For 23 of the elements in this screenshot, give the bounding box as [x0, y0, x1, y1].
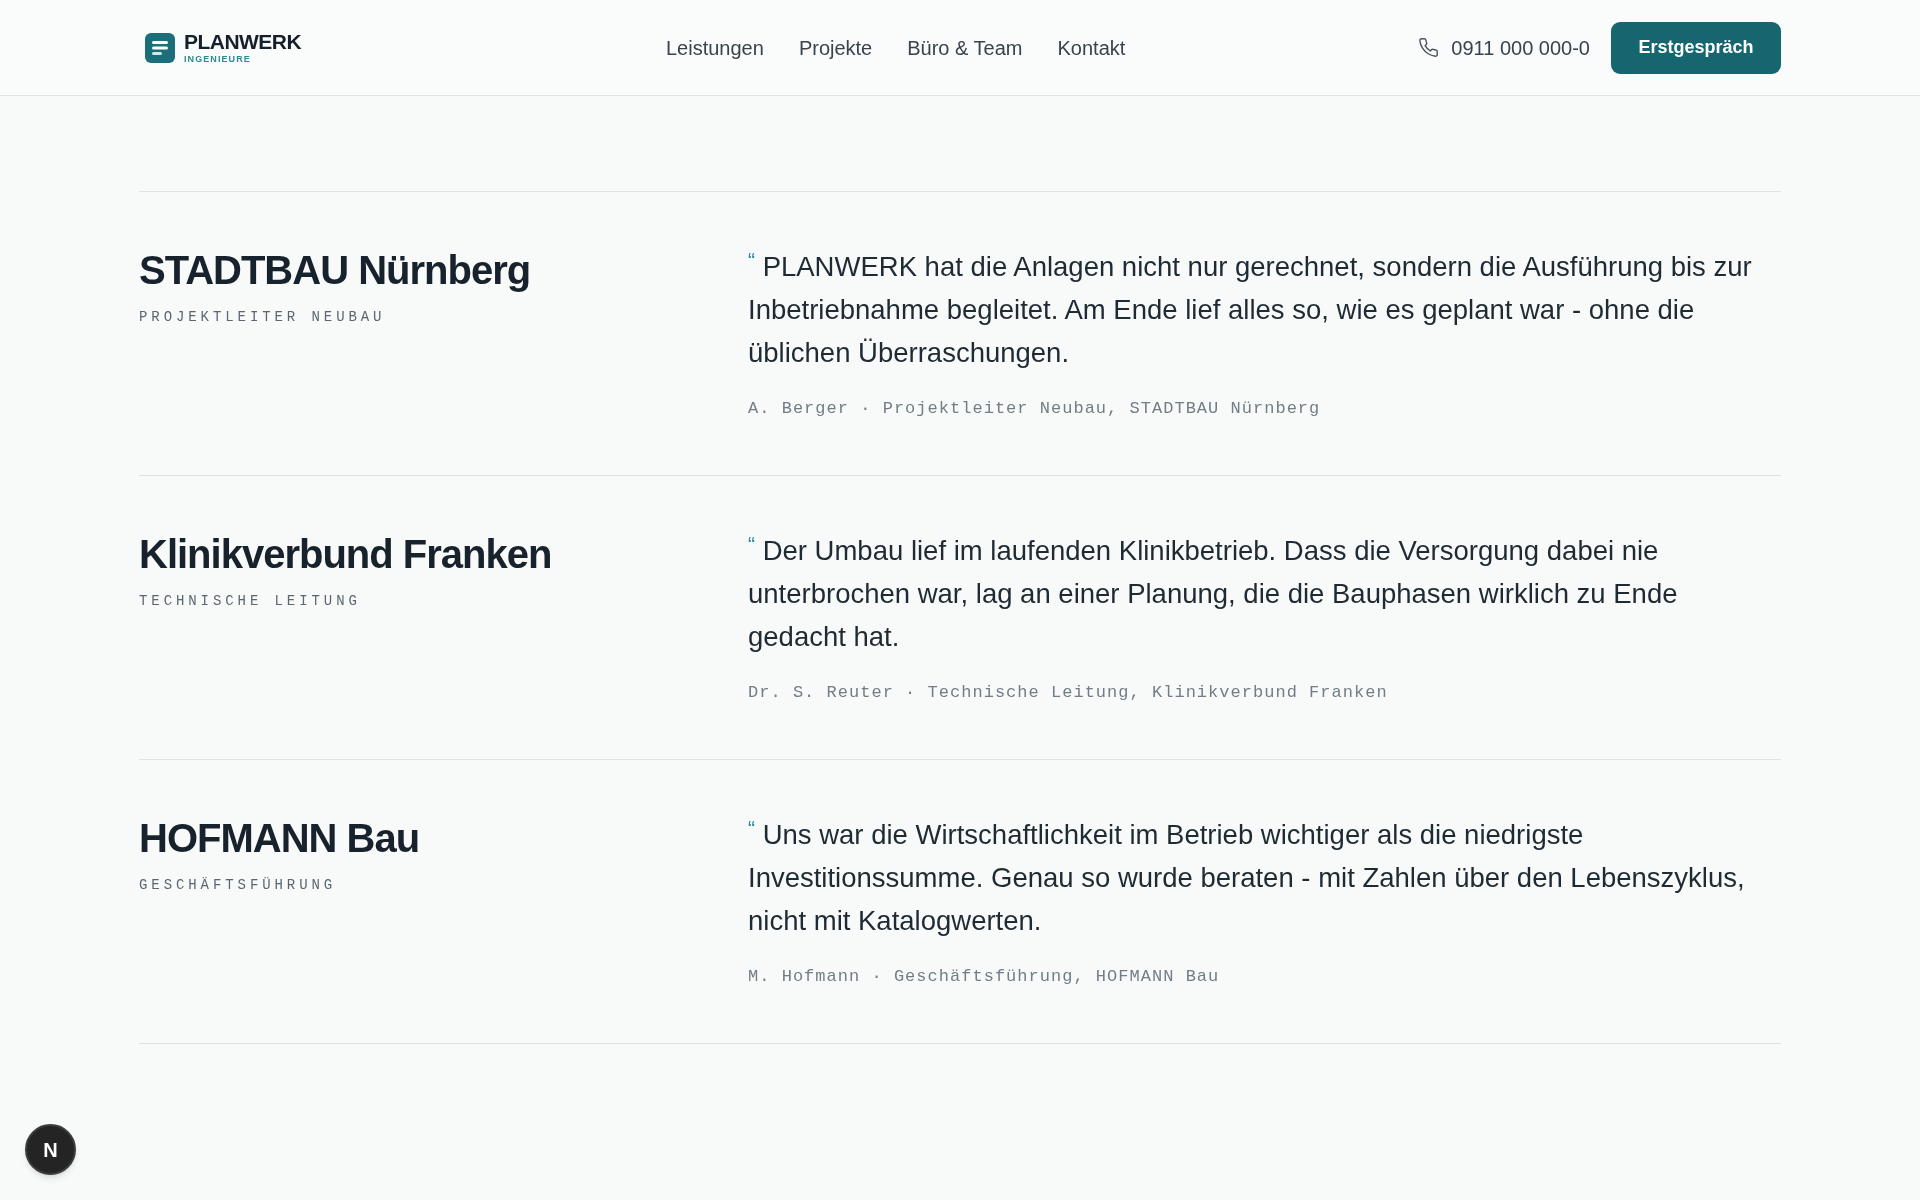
testimonial-quote: “ Der Umbau lief im laufenden Klinikbetrieb. Dass die Versorgung dabei nie unterbrochen war, lag an einer Planung, die die Bauphasen wirklich zu Ende gedacht hat. [748, 531, 1679, 654]
client-name: HOFMANN Bau [139, 815, 421, 862]
dev-tools-button[interactable]: N [25, 1124, 76, 1175]
testimonial-quote: “ PLANWERK hat die Anlagen nicht nur gerechnet, sondern die Ausführung bis zur Inbetriebnahme begleitet. Am Ende lief alles so, wie es geplant war - ohne die üblichen Überraschungen. [748, 247, 1753, 370]
client-role: PROJEKTLEITER NEUBAU [139, 308, 387, 327]
logo-wordmark: PLANWERK [184, 31, 302, 52]
phone-number-link[interactable]: 0911 000 000-0 [1451, 32, 1590, 63]
logo-tagline: INGENIEURE [184, 54, 252, 64]
phone-icon [1418, 37, 1440, 58]
nav-link[interactable]: Büro & Team [907, 32, 1023, 63]
logo-icon [145, 32, 175, 63]
testimonial-quote: “ Uns war die Wirtschaftlichkeit im Betrieb wichtiger als die niedrigste Investitionssumme. Genau so wurde beraten - mit Zahlen über den Lebenszyklus, nicht mit Katalogwerten. [748, 815, 1746, 938]
client-name: Klinikverbund Franken [139, 531, 553, 578]
testimonial-attribution: M. Hofmann · Geschäftsführung, HOFMANN Bau [748, 966, 1221, 988]
nav-link[interactable]: Kontakt [1057, 32, 1126, 63]
client-name: STADTBAU Nürnberg [139, 247, 532, 294]
nav-link[interactable]: Projekte [798, 32, 873, 63]
client-role: GESCHÄFTSFÜHRUNG [139, 876, 338, 895]
testimonial-attribution: Dr. S. Reuter · Technische Leitung, Klinikverbund Franken [748, 682, 1389, 704]
nav-link[interactable]: Leistungen [666, 32, 764, 63]
consultation-button[interactable]: Erstgespräch [1611, 21, 1781, 74]
client-role: TECHNISCHE LEITUNG [139, 592, 362, 611]
testimonial-attribution: A. Berger · Projektleiter Neubau, STADTBAU Nürnberg [748, 398, 1322, 420]
